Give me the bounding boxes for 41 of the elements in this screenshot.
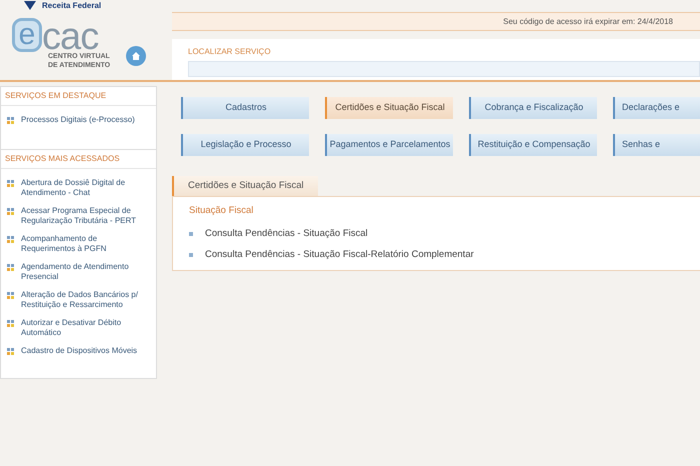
service-link[interactable]: Processos Digitais (e-Processo) bbox=[21, 115, 135, 125]
service-link[interactable]: Cadastro de Dispositivos Móveis bbox=[21, 346, 138, 356]
logo-letter: e bbox=[12, 18, 42, 52]
section-heading: Situação Fiscal bbox=[189, 204, 254, 218]
search-field[interactable] bbox=[188, 61, 700, 77]
home-button[interactable] bbox=[126, 46, 146, 66]
panel-tab[interactable]: Certidões e Situação Fiscal bbox=[172, 176, 318, 196]
category-button[interactable]: Senhas e bbox=[613, 134, 700, 156]
service-link[interactable]: Alteração de Dados Bancários p/ Restituição e Ressarcimento bbox=[21, 290, 140, 310]
category-button[interactable]: Pagamentos e Parcelamentos bbox=[325, 134, 453, 156]
service-link[interactable]: Autorizar e Desativar Débito Automático bbox=[21, 318, 140, 338]
service-link[interactable]: Consulta Pendências - Situação Fiscal-Relatório Complementar bbox=[205, 248, 474, 262]
list-bullet-icon bbox=[7, 117, 15, 125]
service-link[interactable]: Acessar Programa Especial de Regularização Tributária - PERT bbox=[21, 206, 140, 226]
agency-name: Receita Federal bbox=[42, 2, 102, 10]
list-bullet-icon bbox=[7, 236, 15, 244]
expiry-notice: Seu código de acesso irá expirar em: 24/4/2018 bbox=[503, 16, 673, 28]
sidebar-heading: SERVIÇOS EM DESTAQUE bbox=[5, 90, 106, 102]
bullet-icon bbox=[189, 232, 193, 236]
category-button[interactable]: Certidões e Situação Fiscal bbox=[325, 97, 453, 119]
list-bullet-icon bbox=[7, 292, 15, 300]
list-bullet-icon bbox=[7, 208, 15, 216]
list-bullet-icon bbox=[7, 180, 15, 188]
service-link[interactable]: Acompanhamento de Requerimentos à PGFN bbox=[21, 234, 140, 254]
service-link[interactable]: Agendamento de Atendimento Presencial bbox=[21, 262, 140, 282]
category-button[interactable]: Cadastros bbox=[181, 97, 309, 119]
list-bullet-icon bbox=[7, 320, 15, 328]
emblem-icon bbox=[22, 1, 38, 10]
service-link[interactable]: Abertura de Dossiê Digital de Atendimento - Chat bbox=[21, 178, 140, 198]
search-label: LOCALIZAR SERVIÇO bbox=[188, 46, 272, 58]
list-bullet-icon bbox=[7, 264, 15, 272]
sidebar-heading: SERVIÇOS MAIS ACESSADOS bbox=[5, 153, 120, 165]
home-icon bbox=[131, 51, 142, 61]
list-bullet-icon bbox=[7, 348, 15, 356]
bullet-icon bbox=[189, 252, 193, 257]
service-link[interactable]: Consulta Pendências - Situação Fiscal bbox=[205, 227, 368, 242]
category-button[interactable]: Legislação e Processo bbox=[181, 134, 309, 156]
category-button[interactable]: Cobrança e Fiscalização bbox=[469, 97, 597, 119]
category-button[interactable]: Declarações e bbox=[613, 97, 700, 119]
logo-text: cac bbox=[42, 22, 98, 52]
category-button[interactable]: Restituição e Compensação bbox=[469, 134, 597, 156]
